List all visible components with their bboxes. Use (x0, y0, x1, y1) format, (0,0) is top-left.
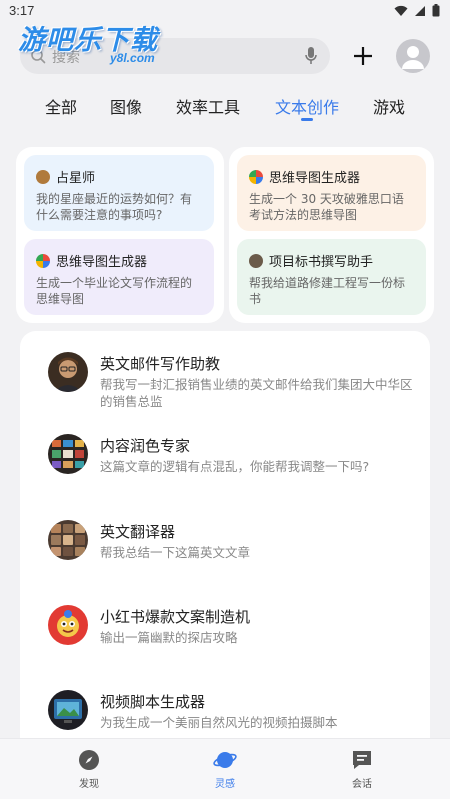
list-item[interactable]: 视频脚本生成器 为我生成一个美丽自然风光的视频拍摄脚本 (20, 683, 430, 741)
nav-label: 灵感 (215, 779, 235, 790)
tab-text-creation[interactable]: 文本创作 (275, 94, 339, 118)
nav-inspiration[interactable]: 灵感 (195, 745, 255, 795)
item-title: 英文邮件写作助教 (100, 355, 221, 373)
portrait-avatar-icon (48, 352, 88, 392)
card-desc: 生成一个毕业论文写作流程的思维导图 (36, 276, 193, 306)
item-desc: 为我生成一个美丽自然风光的视频拍摄脚本 (100, 715, 338, 730)
item-desc: 帮我总结一下这篇英文文章 (100, 545, 251, 560)
grid-avatar-icon (48, 520, 88, 560)
suggestion-card[interactable]: 项目标书撰写助手 帮我给道路修建工程写一份标书 (237, 239, 426, 315)
card-title: 思维导图生成器 (56, 255, 148, 270)
item-title: 内容润色专家 (100, 437, 191, 455)
mindmap-avatar-icon (36, 253, 50, 268)
tab-productivity[interactable]: 效率工具 (176, 94, 240, 118)
item-title: 视频脚本生成器 (100, 693, 206, 711)
card-title: 思维导图生成器 (269, 171, 361, 186)
tab-image[interactable]: 图像 (110, 94, 142, 118)
bottom-navigation: 发现 灵感 会话 (0, 738, 450, 799)
suggestion-card[interactable]: 占星师 我的星座最近的运势如何？有什么需要注意的事项吗? (24, 155, 214, 231)
watermark-sub: y8l.com (110, 51, 155, 65)
card-desc: 生成一个 30 天攻破雅思口语考试方法的思维导图 (249, 192, 404, 222)
mindmap-avatar-icon (249, 169, 263, 184)
mascot-avatar-icon (48, 605, 88, 645)
category-tabs: 全部 图像 效率工具 文本创作 游戏 (0, 94, 450, 124)
tab-games[interactable]: 游戏 (373, 94, 405, 118)
chat-icon (353, 751, 371, 769)
plus-icon (354, 47, 372, 65)
status-icons (394, 4, 440, 17)
astrologer-avatar-icon (36, 169, 50, 184)
suggestion-card[interactable]: 思维导图生成器 生成一个毕业论文写作流程的思维导图 (24, 239, 214, 315)
nav-label: 会话 (352, 779, 372, 790)
card-title: 占星师 (56, 171, 96, 186)
signal-icon (415, 5, 425, 16)
status-time: 3:17 (9, 3, 35, 18)
nav-discover[interactable]: 发现 (59, 745, 119, 795)
nav-label: 发现 (79, 779, 99, 790)
person-icon (402, 46, 424, 69)
screens-avatar-icon (48, 434, 88, 474)
bid-writer-avatar-icon (249, 253, 263, 268)
user-avatar[interactable] (396, 39, 430, 73)
list-item[interactable]: 小红书爆款文案制造机 输出一篇幽默的探店攻略 (20, 598, 430, 658)
active-tab-indicator (301, 118, 313, 121)
compass-icon (79, 750, 99, 770)
list-item[interactable]: 英文邮件写作助教 帮我写一封汇报销售业绩的英文邮件给我们集团大中华区的销售总监 (20, 345, 430, 409)
wifi-icon (394, 5, 408, 16)
tab-all[interactable]: 全部 (45, 94, 77, 118)
card-desc: 我的星座最近的运势如何？有什么需要注意的事项吗? (36, 192, 193, 222)
item-desc: 这篇文章的逻辑有点混乱，你能帮我调整一下吗? (100, 459, 370, 474)
suggestion-group-left: 占星师 我的星座最近的运势如何？有什么需要注意的事项吗? 思维导图生成器 生成一… (16, 147, 224, 323)
watermark-logo: 游吧乐下载 y8l.com (18, 18, 188, 68)
card-desc: 帮我给道路修建工程写一份标书 (249, 276, 406, 306)
suggestion-group-right: 思维导图生成器 生成一个 30 天攻破雅思口语考试方法的思维导图 项目标书撰写助… (229, 147, 434, 323)
suggestion-card[interactable]: 思维导图生成器 生成一个 30 天攻破雅思口语考试方法的思维导图 (237, 155, 426, 231)
item-title: 小红书爆款文案制造机 (100, 608, 251, 626)
item-desc: 帮我写一封汇报销售业绩的英文邮件给我们集团大中华区的销售总监 (100, 377, 413, 409)
card-title: 项目标书撰写助手 (269, 255, 374, 270)
battery-icon (432, 4, 440, 17)
list-item[interactable]: 英文翻译器 帮我总结一下这篇英文文章 (20, 513, 430, 573)
item-desc: 输出一篇幽默的探店攻略 (100, 630, 238, 645)
nav-conversations[interactable]: 会话 (332, 745, 392, 795)
add-button[interactable] (346, 38, 380, 74)
item-title: 英文翻译器 (100, 523, 176, 541)
microphone-icon[interactable] (304, 46, 318, 66)
tv-avatar-icon (48, 690, 88, 730)
planet-icon (213, 752, 237, 768)
assistant-list: 英文邮件写作助教 帮我写一封汇报销售业绩的英文邮件给我们集团大中华区的销售总监 … (20, 331, 430, 741)
list-item[interactable]: 内容润色专家 这篇文章的逻辑有点混乱，你能帮我调整一下吗? (20, 427, 430, 487)
